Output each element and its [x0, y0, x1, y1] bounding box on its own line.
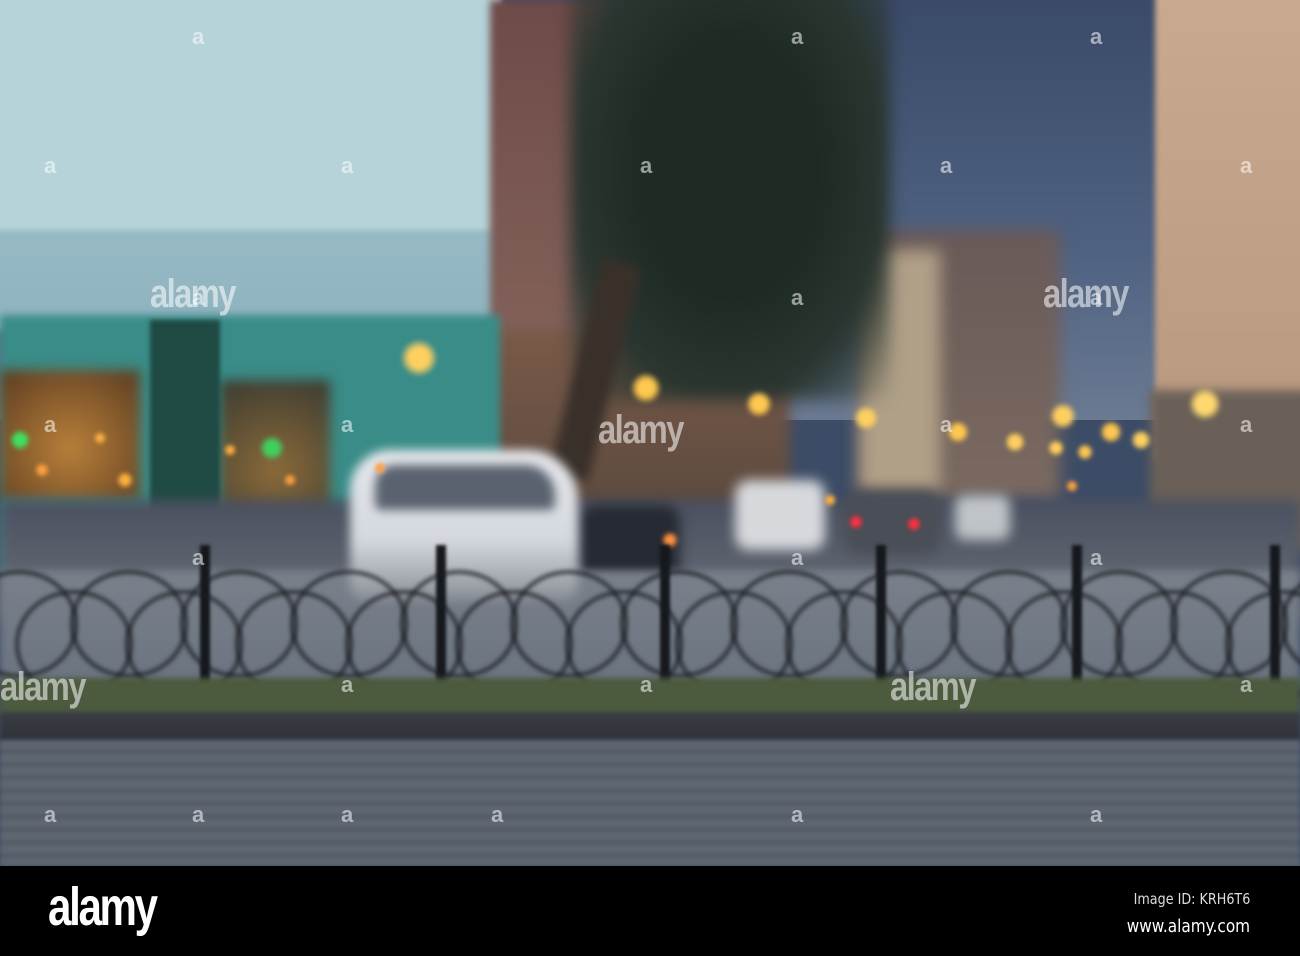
- bokeh-light: [1066, 480, 1078, 492]
- alamy-watermark-mark: a: [192, 545, 205, 570]
- alamy-watermark-mark: a: [1090, 24, 1103, 49]
- car: [955, 495, 1010, 540]
- bokeh-light: [260, 436, 284, 460]
- alamy-watermark-mark: a: [341, 802, 354, 827]
- alamy-watermark: alamy: [598, 408, 684, 452]
- alamy-watermark-mark: a: [491, 802, 504, 827]
- alamy-watermark-mark: a: [1240, 153, 1253, 178]
- alamy-watermark-mark: a: [1090, 802, 1103, 827]
- bokeh-light: [117, 472, 133, 488]
- white-car: [735, 480, 825, 550]
- alamy-watermark: alamy: [1043, 272, 1129, 316]
- bokeh-light: [1077, 444, 1093, 460]
- alamy-watermark-mark: a: [44, 153, 57, 178]
- bokeh-light: [401, 340, 437, 376]
- bokeh-light: [854, 406, 878, 430]
- alamy-watermark-mark: a: [940, 153, 953, 178]
- bokeh-light: [631, 373, 661, 403]
- alamy-logo: alamy: [48, 877, 158, 937]
- alamy-watermark-mark: a: [1090, 545, 1103, 570]
- bokeh-light: [284, 474, 296, 486]
- alamy-watermark: alamy: [0, 665, 86, 709]
- alamy-watermark-mark: a: [341, 153, 354, 178]
- alamy-watermark-mark: a: [791, 545, 804, 570]
- alamy-watermark-mark: a: [791, 285, 804, 310]
- van-windshield: [375, 465, 555, 510]
- bokeh-light: [1100, 421, 1122, 443]
- bokeh-light: [1131, 430, 1151, 450]
- site-url: www.alamy.com: [1126, 916, 1250, 937]
- bokeh-light: [1048, 440, 1064, 456]
- bokeh-light: [35, 463, 49, 477]
- alamy-watermark-mark: a: [640, 153, 653, 178]
- bokeh-light: [374, 462, 386, 474]
- alamy-watermark-mark: a: [1240, 672, 1253, 697]
- bokeh-light: [1005, 432, 1025, 452]
- bokeh-light: [824, 494, 836, 506]
- alamy-watermark-mark: a: [192, 24, 205, 49]
- alamy-watermark-mark: a: [791, 802, 804, 827]
- alamy-watermark-mark: a: [192, 802, 205, 827]
- bokeh-light: [746, 391, 772, 417]
- image-id: Image ID: KRH6T6: [1133, 890, 1250, 908]
- curb: [0, 712, 1300, 742]
- alamy-watermark-mark: a: [341, 412, 354, 437]
- bokeh-light: [224, 444, 236, 456]
- alamy-watermark-mark: a: [640, 672, 653, 697]
- bokeh-light: [907, 517, 921, 531]
- alamy-watermark-mark: a: [44, 412, 57, 437]
- alamy-watermark: alamy: [890, 665, 976, 709]
- alamy-watermark-mark: a: [940, 412, 953, 437]
- left-building-upper: [0, 0, 500, 230]
- bokeh-light: [10, 430, 30, 450]
- bokeh-light: [1189, 388, 1221, 420]
- alamy-watermark-mark: a: [44, 802, 57, 827]
- alamy-watermark-mark: a: [1240, 412, 1253, 437]
- alamy-watermark-mark: a: [192, 285, 205, 310]
- bokeh-light: [849, 515, 863, 529]
- bokeh-light: [94, 432, 106, 444]
- alamy-watermark-mark: a: [791, 24, 804, 49]
- alamy-watermark-mark: a: [1090, 285, 1103, 310]
- alamy-watermark-mark: a: [341, 672, 354, 697]
- blurred-street-photo: alamy alamy alamy alamy alamy a a a a a a a a a a a a a a a…: [0, 0, 1300, 866]
- bokeh-light: [1050, 403, 1076, 429]
- footer-bar: alamy Image ID: KRH6T6 www.alamy.com: [0, 866, 1300, 956]
